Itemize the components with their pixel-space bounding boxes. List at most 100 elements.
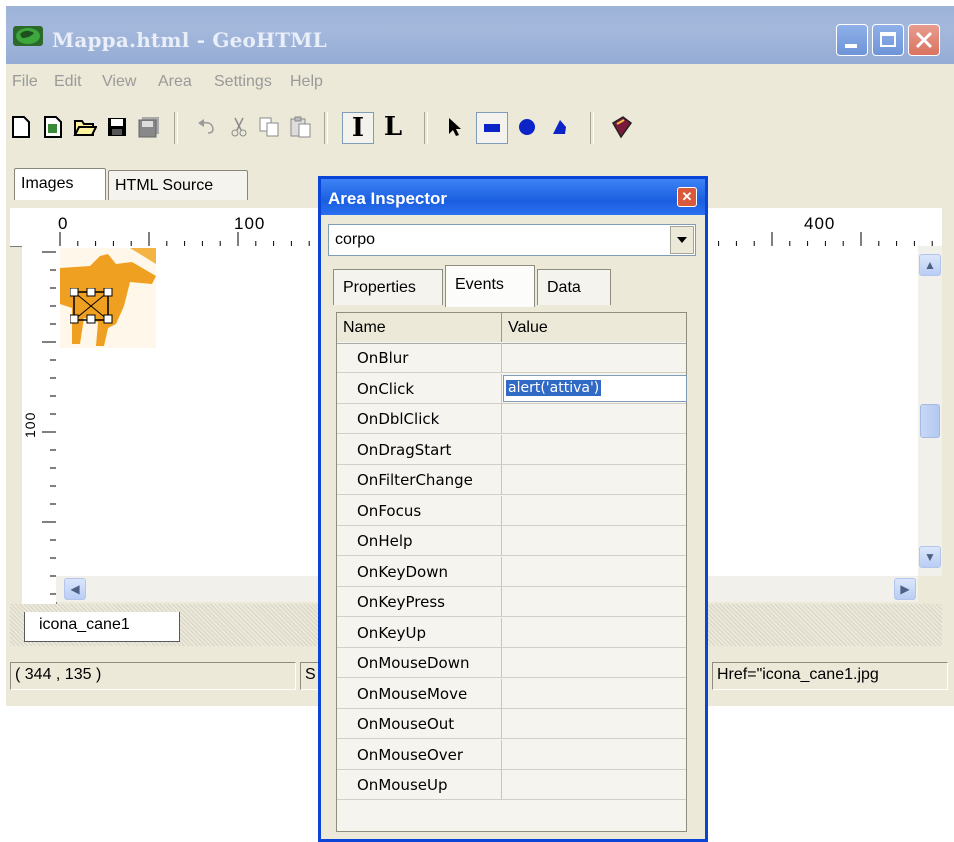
rectangle-tool-icon <box>484 124 500 132</box>
event-value-cell[interactable] <box>502 740 686 770</box>
new-file-button[interactable] <box>8 114 34 140</box>
tab-images[interactable]: Images <box>14 168 106 200</box>
circle-tool-button[interactable] <box>514 114 540 140</box>
table-row[interactable]: OnMouseOver <box>337 739 686 770</box>
event-name-cell[interactable]: OnBlur <box>337 343 502 373</box>
table-row[interactable]: OnDblClick <box>337 404 686 434</box>
polygon-tool-button[interactable] <box>546 114 572 140</box>
scroll-right-button[interactable]: ▶ <box>894 578 916 600</box>
event-name-cell[interactable]: OnDblClick <box>337 404 502 434</box>
event-value-cell[interactable] <box>502 587 686 617</box>
table-row[interactable]: OnMouseOut <box>337 709 686 739</box>
events-grid: Name Value OnBlur OnClick alert('attiva') O… <box>336 312 687 832</box>
event-name-cell[interactable]: OnFocus <box>337 495 502 526</box>
event-value-cell[interactable] <box>502 343 686 373</box>
event-value-cell[interactable] <box>502 435 686 465</box>
dialog-title-bar[interactable]: Area Inspector ✕ <box>321 179 705 215</box>
event-name-cell[interactable]: OnMouseDown <box>337 648 502 678</box>
menu-edit[interactable]: Edit <box>54 73 82 91</box>
table-row[interactable]: OnBlur <box>337 343 686 373</box>
column-name-label: Name <box>343 319 386 336</box>
event-name-cell[interactable]: OnKeyUp <box>337 617 502 648</box>
event-name-cell[interactable]: OnClick <box>337 373 502 404</box>
help-book-button[interactable] <box>608 114 634 140</box>
event-value-cell[interactable] <box>502 557 686 587</box>
save-all-button[interactable] <box>136 114 162 140</box>
text-i-button[interactable]: I <box>342 112 374 144</box>
dropdown-button[interactable] <box>670 226 694 254</box>
menu-help[interactable]: Help <box>290 73 323 91</box>
rectangle-tool-button[interactable] <box>476 112 508 144</box>
vertical-scroll-thumb[interactable] <box>920 404 940 438</box>
event-value-cell[interactable] <box>502 770 686 800</box>
sheet-tab-label: icona_cane1 <box>39 616 130 633</box>
pointer-tool-button[interactable] <box>442 114 468 140</box>
tab-properties[interactable]: Properties <box>333 269 443 305</box>
event-value-cell[interactable] <box>502 648 686 678</box>
event-name-cell[interactable]: OnHelp <box>337 526 502 556</box>
event-name-cell[interactable]: OnFilterChange <box>337 465 502 495</box>
event-name-cell[interactable]: OnKeyPress <box>337 587 502 617</box>
save-button[interactable] <box>104 114 130 140</box>
circle-tool-icon <box>519 119 535 135</box>
event-value-cell[interactable] <box>502 679 686 709</box>
event-value-cell[interactable] <box>502 618 686 648</box>
menu-area[interactable]: Area <box>158 73 192 91</box>
undo-button[interactable] <box>194 114 220 140</box>
scroll-down-button[interactable]: ▼ <box>919 546 941 568</box>
table-row[interactable]: OnMouseMove <box>337 678 686 709</box>
table-row[interactable]: OnKeyPress <box>337 587 686 617</box>
event-value-cell[interactable]: alert('attiva') <box>502 374 687 404</box>
event-value-cell[interactable] <box>502 709 686 739</box>
column-value-header[interactable]: Value <box>502 313 686 342</box>
copy-button[interactable] <box>256 114 282 140</box>
tab-events[interactable]: Events <box>445 265 535 307</box>
paste-button[interactable] <box>288 114 314 140</box>
event-name-cell[interactable]: OnKeyDown <box>337 556 502 587</box>
open-folder-button[interactable] <box>72 114 98 140</box>
event-name-cell[interactable]: OnMouseOver <box>337 739 502 770</box>
text-l-button[interactable]: L <box>380 112 406 142</box>
table-row[interactable]: OnKeyUp <box>337 617 686 648</box>
open-folder-icon <box>73 120 97 136</box>
dialog-close-button[interactable]: ✕ <box>677 187 697 207</box>
event-value-cell[interactable] <box>502 526 686 556</box>
event-name-cell[interactable]: OnMouseUp <box>337 770 502 800</box>
menu-view[interactable]: View <box>102 73 136 91</box>
event-value-cell[interactable] <box>502 496 686 526</box>
selected-area-corpo[interactable] <box>70 288 114 324</box>
new-image-button[interactable] <box>40 114 66 140</box>
minimize-button[interactable] <box>836 24 868 56</box>
title-bar[interactable]: Mappa.html - GeoHTML <box>6 6 954 64</box>
event-name-cell[interactable]: OnMouseMove <box>337 678 502 709</box>
chevron-right-icon: ▶ <box>900 582 910 596</box>
scroll-up-button[interactable]: ▲ <box>919 254 941 276</box>
table-row[interactable]: OnMouseUp <box>337 770 686 800</box>
event-value-cell[interactable] <box>502 465 686 495</box>
event-value-input[interactable]: alert('attiva') <box>503 374 687 402</box>
event-name-cell[interactable]: OnDragStart <box>337 434 502 465</box>
area-object-select[interactable]: corpo <box>328 224 696 256</box>
menu-file[interactable]: File <box>12 73 38 91</box>
table-row[interactable]: OnFilterChange <box>337 465 686 495</box>
close-button[interactable] <box>908 24 940 56</box>
sheet-tab-icona-cane1[interactable]: icona_cane1 <box>24 612 180 642</box>
table-row[interactable]: OnDragStart <box>337 434 686 465</box>
cut-button[interactable] <box>226 114 252 140</box>
column-name-header[interactable]: Name <box>337 313 502 342</box>
tab-data[interactable]: Data <box>537 269 611 305</box>
table-row[interactable]: OnKeyDown <box>337 556 686 587</box>
scroll-left-button[interactable]: ◀ <box>64 578 86 600</box>
event-value-cell[interactable] <box>502 404 686 434</box>
table-row[interactable]: OnFocus <box>337 495 686 526</box>
maximize-button[interactable] <box>872 24 904 56</box>
table-row[interactable]: OnMouseDown <box>337 648 686 678</box>
table-row[interactable]: OnClick alert('attiva') <box>337 373 687 404</box>
window-title: Mappa.html - GeoHTML <box>52 28 327 52</box>
tab-html-source[interactable]: HTML Source <box>108 170 248 200</box>
menu-settings[interactable]: Settings <box>214 73 272 91</box>
text-i-icon: I <box>351 113 365 143</box>
table-row[interactable]: OnHelp <box>337 526 686 556</box>
minimize-icon <box>845 44 857 48</box>
event-name-cell[interactable]: OnMouseOut <box>337 709 502 739</box>
